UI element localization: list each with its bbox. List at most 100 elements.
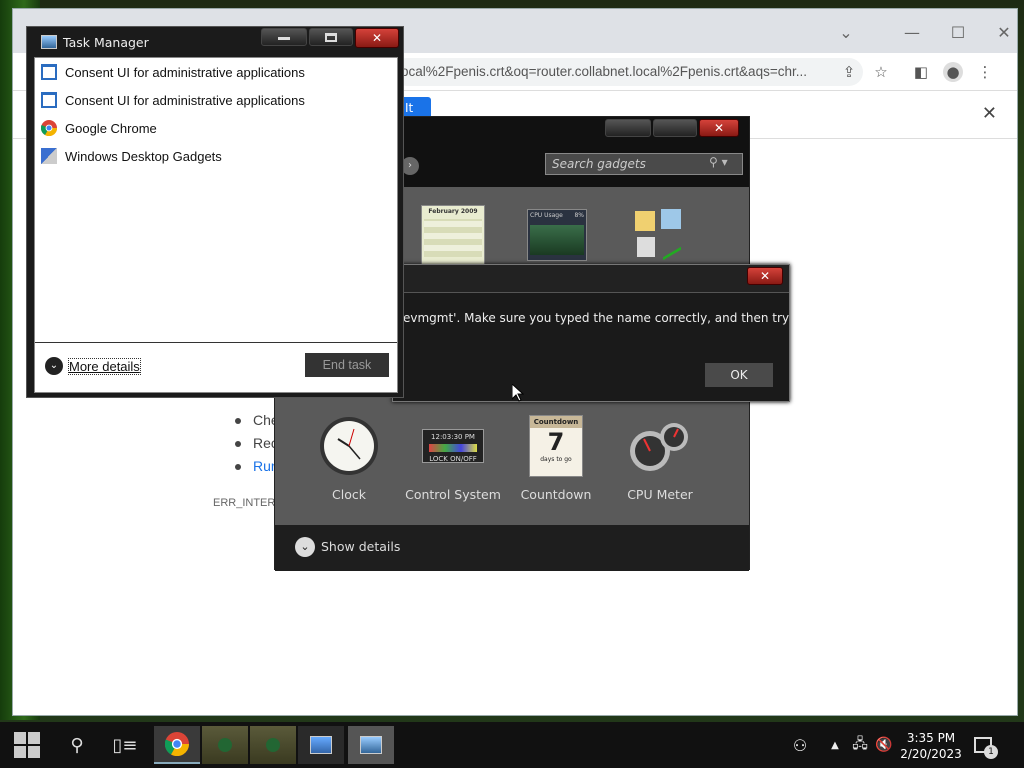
checkmark-icon — [663, 233, 681, 261]
error-suggestions: Che Rec Rur — [235, 409, 279, 478]
tm-minimize-button[interactable] — [261, 28, 307, 46]
maximize-button[interactable]: ☐ — [935, 17, 981, 47]
chevron-up-icon[interactable]: ▲ — [826, 722, 844, 768]
more-details-label: More details — [68, 357, 141, 375]
process-list: Consent UI for administrative applicatio… — [34, 57, 398, 393]
clock-time: 3:35 PM — [906, 731, 956, 745]
process-name: Google Chrome — [65, 120, 157, 136]
taskbar-task-manager-icon[interactable] — [348, 726, 394, 764]
process-name: Consent UI for administrative applicatio… — [65, 64, 305, 80]
taskbar-lock-app-icon[interactable] — [202, 726, 248, 764]
side-panel-icon[interactable]: ◧ — [911, 62, 931, 82]
chrome-icon — [40, 120, 58, 137]
slideshow-gadget-thumb[interactable] — [631, 207, 687, 263]
cpu-graph — [530, 225, 584, 255]
infobar-close-icon[interactable]: ✕ — [982, 103, 997, 124]
suggestion-link[interactable]: Rur — [235, 455, 279, 478]
taskbar-lock-app-icon[interactable] — [250, 726, 296, 764]
gadgets-icon — [41, 148, 57, 164]
cpu-meter-icon — [625, 413, 695, 479]
gadget-control-system[interactable]: 12:03:30 PM LOCK ON/OFF Control System — [405, 413, 501, 502]
suggestion-item: Rec — [235, 432, 279, 455]
countdown-icon: Countdown 7 days to go — [521, 413, 591, 479]
error-dialog-close-button[interactable]: ✕ — [747, 267, 783, 285]
gadget-label: Clock — [332, 487, 366, 502]
error-message: evmgmt'. Make sure you typed the name co… — [403, 311, 790, 325]
system-clock[interactable]: 3:35 PM 2/20/2023 — [896, 730, 966, 762]
task-manager-footer: ⌄ More details End task — [35, 342, 397, 392]
clock-icon — [314, 413, 384, 479]
process-row[interactable]: Consent UI for administrative applicatio… — [41, 88, 305, 112]
photo-icon — [661, 209, 681, 229]
chevron-down-icon[interactable]: ⌄ — [295, 537, 315, 557]
window-icon — [41, 64, 57, 80]
notification-icon[interactable]: 1 — [966, 722, 1000, 768]
gadgets-footer: ⌄ Show details — [275, 525, 749, 571]
more-details-toggle[interactable]: ⌄ More details — [45, 357, 141, 375]
show-details-link[interactable]: Show details — [321, 539, 400, 554]
control-lock-label: LOCK ON/OFF — [429, 455, 477, 463]
tm-maximize-button[interactable] — [309, 28, 353, 46]
process-row[interactable]: Consent UI for administrative applicatio… — [41, 60, 305, 84]
process-row[interactable]: Windows Desktop Gadgets — [41, 144, 222, 168]
close-button[interactable]: ✕ — [981, 17, 1024, 47]
gadget-label: Control System — [405, 487, 501, 502]
task-manager-window: Task Manager ✕ Consent UI for administra… — [26, 26, 404, 398]
gadgets-minimize-button[interactable] — [605, 119, 651, 137]
ok-button[interactable]: OK — [705, 363, 773, 387]
gadget-clock[interactable]: Clock — [301, 413, 397, 502]
start-windows-icon[interactable] — [4, 726, 50, 764]
people-icon[interactable]: ⚇ — [786, 722, 814, 768]
countdown-day: 7 — [547, 428, 565, 456]
process-name: Windows Desktop Gadgets — [65, 148, 222, 164]
gadget-cpu-meter[interactable]: CPU Meter — [612, 413, 708, 502]
minimize-button[interactable]: — — [889, 17, 935, 47]
process-name: Consent UI for administrative applicatio… — [65, 92, 305, 108]
task-manager-icon — [41, 35, 57, 49]
process-row[interactable]: Google Chrome — [40, 116, 157, 140]
countdown-sub: days to go — [540, 456, 572, 463]
calculator-icon — [637, 237, 655, 257]
clock-date: 2/20/2023 — [900, 747, 962, 761]
cpu-usage-title: CPU Usage — [530, 212, 563, 219]
task-manager-title: Task Manager — [63, 35, 149, 50]
end-task-button[interactable]: End task — [305, 353, 389, 377]
bookmark-star-icon[interactable]: ☆ — [871, 62, 891, 82]
window-icon — [41, 92, 57, 108]
address-bar[interactable]: ocal%2Fpenis.crt&oq=router.collabnet.loc… — [393, 58, 863, 86]
gadgets-close-button[interactable]: ✕ — [699, 119, 739, 137]
mouse-cursor-icon — [512, 384, 524, 402]
error-dialog-titlebar: ✕ — [393, 265, 789, 293]
profile-avatar-icon[interactable]: ● — [943, 62, 963, 82]
volume-muted-icon[interactable]: 🔇 — [872, 722, 896, 768]
search-icon[interactable]: ⚲ — [54, 726, 100, 764]
control-system-icon: 12:03:30 PM LOCK ON/OFF — [418, 413, 488, 479]
folder-icon — [635, 211, 655, 231]
network-error-icon[interactable]: 🖧 — [848, 722, 872, 768]
gadget-label: CPU Meter — [627, 487, 693, 502]
notification-count: 1 — [984, 745, 998, 759]
taskbar-control-panel-icon[interactable] — [298, 726, 344, 764]
countdown-title: Countdown — [530, 416, 582, 428]
tab-search-icon[interactable]: ⌄ — [823, 17, 869, 47]
calendar-month: February 2009 — [428, 208, 478, 215]
share-icon[interactable]: ⇪ — [839, 62, 859, 82]
tm-close-button[interactable]: ✕ — [355, 28, 399, 48]
gadget-label: Countdown — [520, 487, 592, 502]
control-time: 12:03:30 PM — [431, 433, 475, 441]
menu-kebab-icon[interactable]: ⋮ — [975, 62, 995, 82]
calendar-gadget-thumb[interactable]: February 2009 — [421, 205, 485, 265]
error-code: ERR_INTERN — [213, 497, 284, 509]
task-view-icon[interactable]: ▯≡ — [102, 726, 148, 764]
calendar-grid — [424, 219, 482, 257]
taskbar: ⚲ ▯≡ ⚇ ▲ 🖧 🔇 3:35 PM 2/20/2023 1 — [0, 722, 1024, 768]
task-manager-titlebar: Task Manager ✕ — [27, 27, 403, 57]
error-dialog: ✕ evmgmt'. Make sure you typed the name … — [392, 264, 790, 402]
search-icon[interactable]: ⚲ ▾ — [709, 155, 728, 169]
gadget-countdown[interactable]: Countdown 7 days to go Countdown — [508, 413, 604, 502]
chevron-down-icon: ⌄ — [45, 357, 63, 375]
taskbar-chrome-button[interactable] — [154, 726, 200, 764]
suggestion-item: Che — [235, 409, 279, 432]
cpu-usage-gadget-thumb[interactable]: CPU Usage 8% — [527, 209, 587, 261]
gadgets-maximize-button[interactable] — [653, 119, 697, 137]
